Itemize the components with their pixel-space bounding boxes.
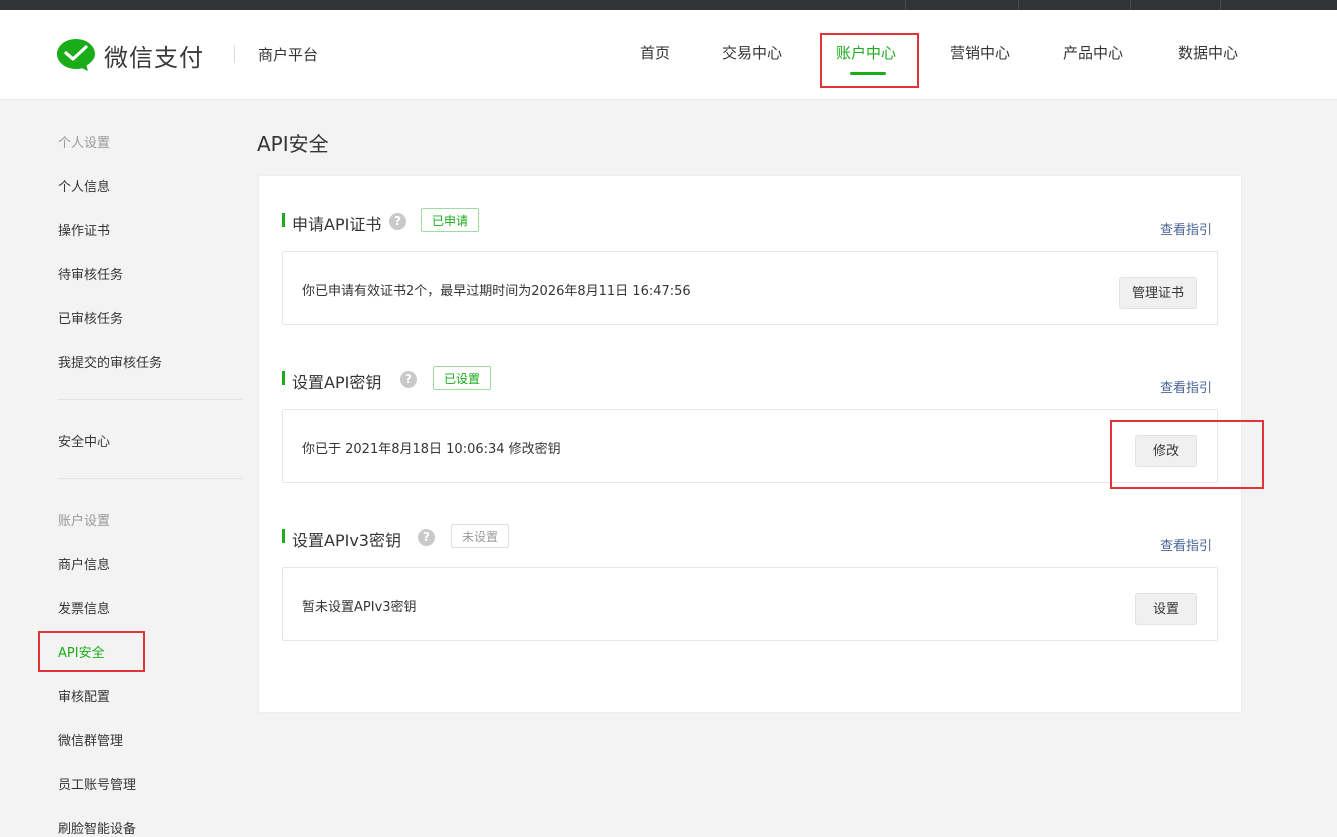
- nav-products[interactable]: 产品中心: [1063, 42, 1123, 63]
- help-icon[interactable]: ?: [389, 213, 406, 230]
- set-apiv3-button[interactable]: 设置: [1135, 593, 1197, 625]
- section-marker: [282, 529, 285, 543]
- brand-name: 微信支付: [104, 43, 204, 72]
- nav-transactions[interactable]: 交易中心: [722, 42, 782, 63]
- top-strip-divider: [905, 0, 906, 10]
- guide-link[interactable]: 查看指引: [1160, 377, 1212, 396]
- status-badge: 未设置: [451, 524, 510, 548]
- sidebar-item-review-config[interactable]: 审核配置: [58, 686, 110, 705]
- sidebar-item-wechat-group[interactable]: 微信群管理: [58, 730, 123, 749]
- manage-cert-button[interactable]: 管理证书: [1119, 277, 1197, 309]
- top-strip-divider: [1130, 0, 1131, 10]
- guide-link[interactable]: 查看指引: [1160, 535, 1212, 554]
- platform-name: 商户平台: [258, 46, 319, 64]
- sidebar-item-invoice-info[interactable]: 发票信息: [58, 598, 110, 617]
- highlight-box-modify: [1110, 420, 1264, 489]
- wechat-pay-logo-icon: [57, 39, 95, 71]
- section-title-api-cert: 申请API证书: [292, 215, 382, 234]
- top-strip-divider: [1018, 0, 1019, 10]
- nav-marketing[interactable]: 营销中心: [950, 42, 1010, 63]
- sidebar-item-personal-info[interactable]: 个人信息: [58, 176, 110, 195]
- sidebar-item-staff-accounts[interactable]: 员工账号管理: [58, 774, 136, 793]
- nav-data[interactable]: 数据中心: [1178, 42, 1238, 63]
- sidebar-group-account: 账户设置: [58, 514, 111, 529]
- help-icon[interactable]: ?: [418, 529, 435, 546]
- cert-info-text: 你已申请有效证书2个，最早过期时间为2026年8月11日 16:47:56: [302, 284, 691, 299]
- highlight-box-nav: [820, 33, 919, 88]
- help-icon[interactable]: ?: [400, 371, 417, 388]
- brand-logo[interactable]: 微信支付: [56, 36, 204, 74]
- section-marker: [282, 213, 285, 227]
- guide-link[interactable]: 查看指引: [1160, 219, 1212, 238]
- apiv3-info-text: 暂未设置APIv3密钥: [302, 600, 417, 615]
- sidebar-divider: [58, 478, 242, 479]
- sidebar-item-security-center[interactable]: 安全中心: [58, 431, 110, 450]
- key-info-text: 你已于 2021年8月18日 10:06:34 修改密钥: [302, 442, 561, 457]
- sidebar-item-pending-review[interactable]: 待审核任务: [58, 264, 123, 283]
- sidebar-item-merchant-info[interactable]: 商户信息: [58, 554, 110, 573]
- top-strip: [0, 0, 1337, 10]
- highlight-box-sidebar: [38, 631, 145, 672]
- section-marker: [282, 371, 285, 385]
- section-panel: [282, 567, 1218, 641]
- sidebar-group-personal: 个人设置: [58, 136, 111, 151]
- top-strip-divider: [1220, 0, 1221, 10]
- header-divider: [234, 45, 235, 63]
- status-badge: 已申请: [421, 208, 480, 232]
- nav-home[interactable]: 首页: [640, 42, 670, 63]
- sidebar-item-face-devices[interactable]: 刷脸智能设备: [58, 818, 136, 837]
- page-title: API安全: [257, 132, 329, 156]
- header: 微信支付 商户平台 首页 交易中心 账户中心 营销中心 产品中心 数据中心: [0, 10, 1337, 100]
- sidebar-item-my-submitted[interactable]: 我提交的审核任务: [58, 352, 162, 371]
- sidebar-divider: [58, 399, 242, 400]
- section-title-apiv3-key: 设置APIv3密钥: [292, 531, 401, 550]
- sidebar-item-reviewed[interactable]: 已审核任务: [58, 308, 123, 327]
- section-title-api-key: 设置API密钥: [292, 373, 382, 392]
- status-badge: 已设置: [433, 366, 492, 390]
- sidebar-item-operation-cert[interactable]: 操作证书: [58, 220, 110, 239]
